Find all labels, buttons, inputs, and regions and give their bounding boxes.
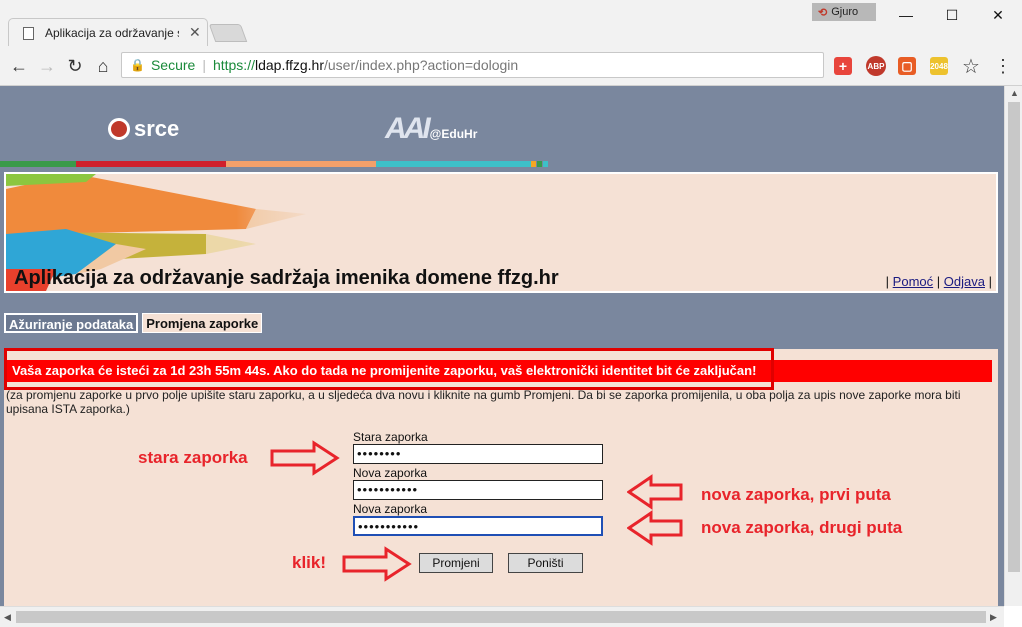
- new-password-label: Nova zaporka: [353, 466, 428, 480]
- address-bar[interactable]: 🔒 Secure | https:// ldap.ffzg.hr /user/i…: [121, 52, 824, 78]
- color-stripe: [0, 161, 76, 167]
- color-stripe: [537, 161, 542, 167]
- arrow-left-icon: [627, 510, 683, 546]
- browser-tab[interactable]: Aplikacija za održavanje s ✕: [8, 18, 208, 46]
- web-page: srce AAI @EduHr Aplikacija za održavanje…: [0, 86, 1004, 606]
- old-password-label: Stara zaporka: [353, 430, 428, 444]
- aai-eduhr-logo: AAI @EduHr: [385, 112, 478, 145]
- old-password-input[interactable]: ••••••••: [353, 444, 603, 464]
- color-stripe: [226, 161, 376, 167]
- arrow-right-icon: [342, 546, 412, 582]
- scroll-up-icon[interactable]: ▲: [1010, 88, 1019, 98]
- annotation-new-password: nova zaporka, prvi puta: [701, 485, 891, 504]
- reset-button[interactable]: Poništi: [508, 553, 583, 573]
- tab-update-data[interactable]: Ažuriranje podataka: [4, 313, 139, 333]
- color-stripe: [376, 161, 531, 167]
- app-tabs: Ažuriranje podataka Promjena zaporke: [4, 313, 263, 333]
- menu-icon[interactable]: ⋮: [990, 53, 1016, 79]
- maximize-button[interactable]: ☐: [930, 2, 974, 28]
- scrollbar-thumb[interactable]: [1008, 102, 1020, 572]
- srce-symbol-icon: [108, 118, 130, 140]
- secure-label: Secure: [150, 57, 196, 73]
- url-host: ldap.ffzg.hr: [254, 57, 324, 73]
- header-banner: Aplikacija za održavanje sadržaja imenik…: [4, 172, 998, 293]
- adblock-icon[interactable]: ABP: [866, 56, 886, 76]
- reload-button[interactable]: ↻: [62, 53, 88, 79]
- horizontal-scrollbar[interactable]: ◀ ▶: [0, 606, 1004, 627]
- vertical-scrollbar[interactable]: ▲: [1004, 86, 1022, 606]
- browser-titlebar: Aplikacija za održavanje s ✕ ⟲ Gjuro — ☐…: [0, 0, 1022, 46]
- confirm-password-label: Nova zaporka: [353, 502, 428, 516]
- scroll-right-icon[interactable]: ▶: [990, 612, 997, 623]
- annotation-click: klik!: [292, 553, 327, 572]
- close-window-button[interactable]: ✕: [976, 2, 1020, 28]
- url-protocol: https://: [212, 57, 255, 73]
- page-icon: [23, 27, 34, 40]
- submit-button[interactable]: Promjeni: [419, 553, 493, 573]
- scroll-left-icon[interactable]: ◀: [4, 612, 11, 623]
- new-password-input[interactable]: •••••••••••: [353, 480, 603, 500]
- logout-link[interactable]: Odjava: [944, 274, 985, 289]
- url-path: /user/index.php?action=dologin: [324, 57, 519, 73]
- help-link[interactable]: Pomoć: [893, 274, 933, 289]
- color-stripe: [531, 161, 536, 167]
- new-tab-button[interactable]: [208, 24, 248, 42]
- confirm-password-input[interactable]: •••••••••••: [353, 516, 603, 536]
- warning-highlight-frame: [4, 348, 774, 390]
- page-title: Aplikacija za održavanje sadržaja imenik…: [14, 267, 559, 289]
- minimize-button[interactable]: —: [884, 2, 928, 28]
- home-button[interactable]: ⌂: [90, 53, 116, 79]
- lock-icon: 🔒: [130, 58, 145, 72]
- bookmark-star-icon[interactable]: ☆: [958, 53, 984, 79]
- tab-change-password[interactable]: Promjena zaporke: [142, 313, 263, 333]
- arrow-right-icon: [270, 440, 340, 476]
- color-stripe: [76, 161, 226, 167]
- browser-toolbar: ← → ↻ ⌂ 🔒 Secure | https:// ldap.ffzg.hr…: [0, 46, 1022, 86]
- back-button[interactable]: ←: [6, 53, 32, 79]
- forward-button[interactable]: →: [34, 53, 60, 79]
- srce-logo: srce: [108, 116, 179, 142]
- header-links: | Pomoć | Odjava |: [885, 274, 992, 289]
- scrollbar-thumb[interactable]: [16, 611, 986, 623]
- tab-title: Aplikacija za održavanje s: [45, 26, 179, 40]
- sync-icon: ⟲: [818, 6, 828, 19]
- profile-button[interactable]: ⟲ Gjuro: [812, 3, 876, 21]
- annotation-confirm-password: nova zaporka, drugi puta: [701, 518, 903, 537]
- color-stripe: [543, 161, 548, 167]
- instructions-text: (za promjenu zaporke u prvo polje upišit…: [6, 388, 961, 416]
- game-2048-icon[interactable]: 2048: [930, 57, 948, 75]
- arrow-left-icon: [627, 474, 683, 510]
- annotation-old-password: stara zaporka: [138, 448, 248, 467]
- close-tab-icon[interactable]: ✕: [189, 24, 201, 41]
- plus-extension-icon[interactable]: +: [834, 57, 852, 75]
- office-icon[interactable]: ▢: [898, 57, 916, 75]
- profile-name: Gjuro: [831, 6, 859, 18]
